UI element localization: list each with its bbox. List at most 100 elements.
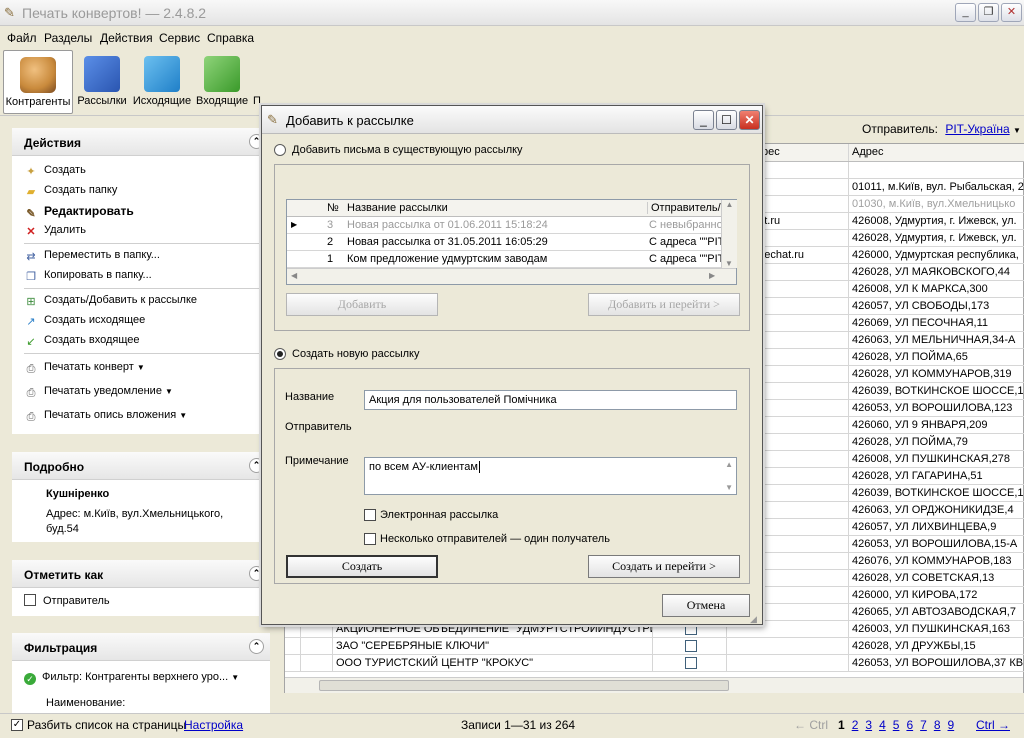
action-create-outgoing[interactable]: ↗ Создать исходящее bbox=[24, 314, 145, 328]
sender-selector[interactable]: Отправитель: PIT-Україна ▼ bbox=[862, 122, 1021, 136]
page-link-1[interactable]: 1 bbox=[838, 718, 845, 732]
next-page-link[interactable]: Ctrl → bbox=[976, 718, 1010, 732]
menu-file[interactable]: Файл bbox=[7, 31, 37, 45]
menu-service[interactable]: Сервис bbox=[159, 31, 200, 45]
page-link-8[interactable]: 8 bbox=[934, 718, 941, 732]
mailings-horizontal-scrollbar[interactable]: ◀ ▶ bbox=[287, 268, 736, 284]
scroll-up-icon[interactable]: ▲ bbox=[725, 460, 733, 469]
mailing-sender: С невыбранно bbox=[649, 219, 721, 231]
page-link-9[interactable]: 9 bbox=[948, 718, 955, 732]
dialog-close-button[interactable]: ✕ bbox=[739, 110, 760, 130]
mailing-row[interactable]: 2 Новая рассылка от 31.05.2011 16:05:29 С … bbox=[287, 234, 721, 251]
scroll-up-icon[interactable]: ▲ bbox=[722, 200, 737, 209]
sender-link[interactable]: PIT-Україна bbox=[945, 122, 1009, 136]
add-and-go-button[interactable]: Добавить и перейти > bbox=[588, 293, 740, 316]
create-and-go-button[interactable]: Создать и перейти > bbox=[588, 555, 740, 578]
page-link-7[interactable]: 7 bbox=[920, 718, 927, 732]
action-create-incoming[interactable]: ↙ Создать входящее bbox=[24, 334, 139, 348]
action-create[interactable]: ✦ Создать bbox=[24, 164, 85, 178]
mailings-vertical-scrollbar[interactable]: ▲ ▼ bbox=[721, 200, 737, 268]
action-print-notification[interactable]: ⎙ Печатать уведомление ▼ bbox=[24, 385, 173, 399]
action-add-to-mailing[interactable]: ⊞ Создать/Добавить к рассылке bbox=[24, 294, 197, 308]
close-button[interactable]: ✕ bbox=[1001, 3, 1022, 22]
toolbar-incoming-button[interactable]: Входящие bbox=[196, 50, 248, 114]
scroll-right-icon[interactable]: ▶ bbox=[709, 271, 715, 280]
action-copy[interactable]: ❐ Копировать в папку... bbox=[24, 269, 152, 283]
grid-scroll-thumb[interactable] bbox=[319, 680, 729, 691]
settings-link[interactable]: Настройка bbox=[184, 718, 243, 732]
mailing-row[interactable]: ▶ 3 Новая рассылка от 01.06.2011 15:18:24 С… bbox=[287, 217, 721, 234]
dialog-minimize-button[interactable]: _ bbox=[693, 110, 714, 130]
add-button[interactable]: Добавить bbox=[286, 293, 438, 316]
action-print-envelope[interactable]: ⎙ Печатать конверт ▼ bbox=[24, 361, 145, 375]
menu-help[interactable]: Справка bbox=[207, 31, 254, 45]
paginate-checkbox[interactable]: ✓ bbox=[11, 719, 23, 731]
sender-checkbox[interactable] bbox=[24, 594, 36, 606]
new-mailing-radio[interactable] bbox=[274, 348, 286, 360]
left-panel: Действия ⌃ ✦ Создать ▰ Создать папку ✎ Редак… bbox=[0, 118, 280, 713]
minimize-button[interactable]: _ bbox=[955, 3, 976, 22]
mailing-num: 3 bbox=[327, 219, 334, 231]
page-link-2[interactable]: 2 bbox=[852, 718, 859, 732]
toolbar-outgoing-button[interactable]: Исходящие bbox=[131, 50, 193, 114]
page-link-3[interactable]: 3 bbox=[865, 718, 872, 732]
resize-grip-icon[interactable]: ◢ bbox=[750, 614, 757, 625]
row-address: 426053, УЛ ВОРОШИЛОВА,123 bbox=[849, 400, 1024, 417]
toolbar-mailings-button[interactable]: Рассылки bbox=[76, 50, 128, 114]
column-header-sender[interactable]: Отправитель/I bbox=[647, 202, 721, 214]
multi-sender-checkbox[interactable] bbox=[364, 533, 376, 545]
row-address: 426028, УЛ СОВЕТСКАЯ,13 bbox=[849, 570, 1024, 587]
menu-sections[interactable]: Разделы bbox=[44, 31, 92, 45]
dropdown-arrow-icon: ▼ bbox=[165, 387, 173, 396]
table-row[interactable]: ООО ТУРИСТСКИЙ ЦЕНТР "КРОКУС" 426053, УЛ … bbox=[285, 655, 1024, 672]
row-checkbox[interactable] bbox=[685, 640, 697, 652]
scroll-down-icon[interactable]: ▼ bbox=[725, 483, 733, 492]
existing-mailing-label: Добавить письма в существующую рассылку bbox=[292, 144, 523, 156]
action-create-folder[interactable]: ▰ Создать папку bbox=[24, 184, 118, 198]
page-link-6[interactable]: 6 bbox=[906, 718, 913, 732]
current-row-indicator-icon: ▶ bbox=[291, 220, 298, 229]
filter-panel-title: Фильтрация bbox=[24, 641, 98, 655]
action-move[interactable]: ⇄ Переместить в папку... bbox=[24, 249, 160, 263]
cancel-button[interactable]: Отмена bbox=[662, 594, 750, 617]
dialog-maximize-button[interactable]: ☐ bbox=[716, 110, 737, 130]
incoming-icon: ↙ bbox=[26, 336, 36, 348]
table-row[interactable]: ЗАО "СЕРЕБРЯНЫЕ КЛЮЧИ" 426028, УЛ ДРУЖБЫ,… bbox=[285, 638, 1024, 655]
menu-actions[interactable]: Действия bbox=[100, 31, 153, 45]
electronic-mailing-checkbox[interactable] bbox=[364, 509, 376, 521]
row-indicator bbox=[285, 638, 301, 655]
mailing-sender: С адреса ""РІТ bbox=[649, 236, 721, 248]
action-print-inventory[interactable]: ⎙ Печатать опись вложения ▼ bbox=[24, 409, 188, 423]
row-address: 426039, ВОТКИНСКОЕ ШОССЕ,156 bbox=[849, 383, 1024, 400]
grid-horizontal-scrollbar[interactable] bbox=[285, 677, 1023, 693]
details-panel: Подробно ⌃ Кушніренко Адрес: м.Київ, вул.… bbox=[12, 452, 270, 542]
column-header-address[interactable]: Адрес bbox=[849, 144, 1024, 161]
scroll-left-icon[interactable]: ◀ bbox=[291, 271, 297, 280]
row-address: 426063, УЛ МЕЛЬНИЧНАЯ,34-А bbox=[849, 332, 1024, 349]
mailing-name-input[interactable]: Акция для пользователей Помічника bbox=[364, 390, 737, 410]
dropdown-arrow-icon: ▼ bbox=[179, 411, 188, 420]
row-checkbox[interactable] bbox=[685, 657, 697, 669]
maximize-button[interactable]: ❐ bbox=[978, 3, 999, 22]
sender-label: Отправитель bbox=[285, 421, 352, 433]
incoming-folder-icon bbox=[204, 56, 240, 92]
add-to-mailing-dialog: ✎ Добавить к рассылке _ ☐ ✕ Добавить пис… bbox=[261, 105, 763, 625]
row-icon-cell bbox=[301, 638, 333, 655]
mailing-name: Новая рассылка от 01.06.2011 15:18:24 bbox=[347, 219, 548, 231]
note-textarea[interactable]: по всем АУ-клиентам ▲ ▼ bbox=[364, 457, 737, 495]
toolbar-contacts-button[interactable]: Контрагенты bbox=[3, 50, 73, 114]
create-button[interactable]: Создать bbox=[286, 555, 438, 578]
scroll-down-icon[interactable]: ▼ bbox=[722, 259, 736, 268]
column-header-email[interactable]: рес bbox=[759, 144, 849, 161]
page-link-4[interactable]: 4 bbox=[879, 718, 886, 732]
filter-dropdown[interactable]: ✓ Фильтр: Контрагенты верхнего уро... ▼ bbox=[24, 671, 239, 685]
existing-mailing-radio[interactable] bbox=[274, 144, 286, 156]
action-delete[interactable]: ✕ Удалить bbox=[24, 224, 86, 238]
action-edit[interactable]: ✎ Редактировать bbox=[24, 204, 133, 220]
page-link-5[interactable]: 5 bbox=[893, 718, 900, 732]
column-header-mailing-name[interactable]: Название рассылки bbox=[347, 202, 448, 214]
prev-page-link[interactable]: ← Ctrl bbox=[794, 718, 828, 732]
column-header-num[interactable]: № bbox=[327, 202, 339, 214]
collapse-filter-button[interactable]: ⌃ bbox=[249, 639, 264, 654]
mailing-row[interactable]: 1 Ком предложение удмуртским заводам С адр… bbox=[287, 251, 721, 268]
